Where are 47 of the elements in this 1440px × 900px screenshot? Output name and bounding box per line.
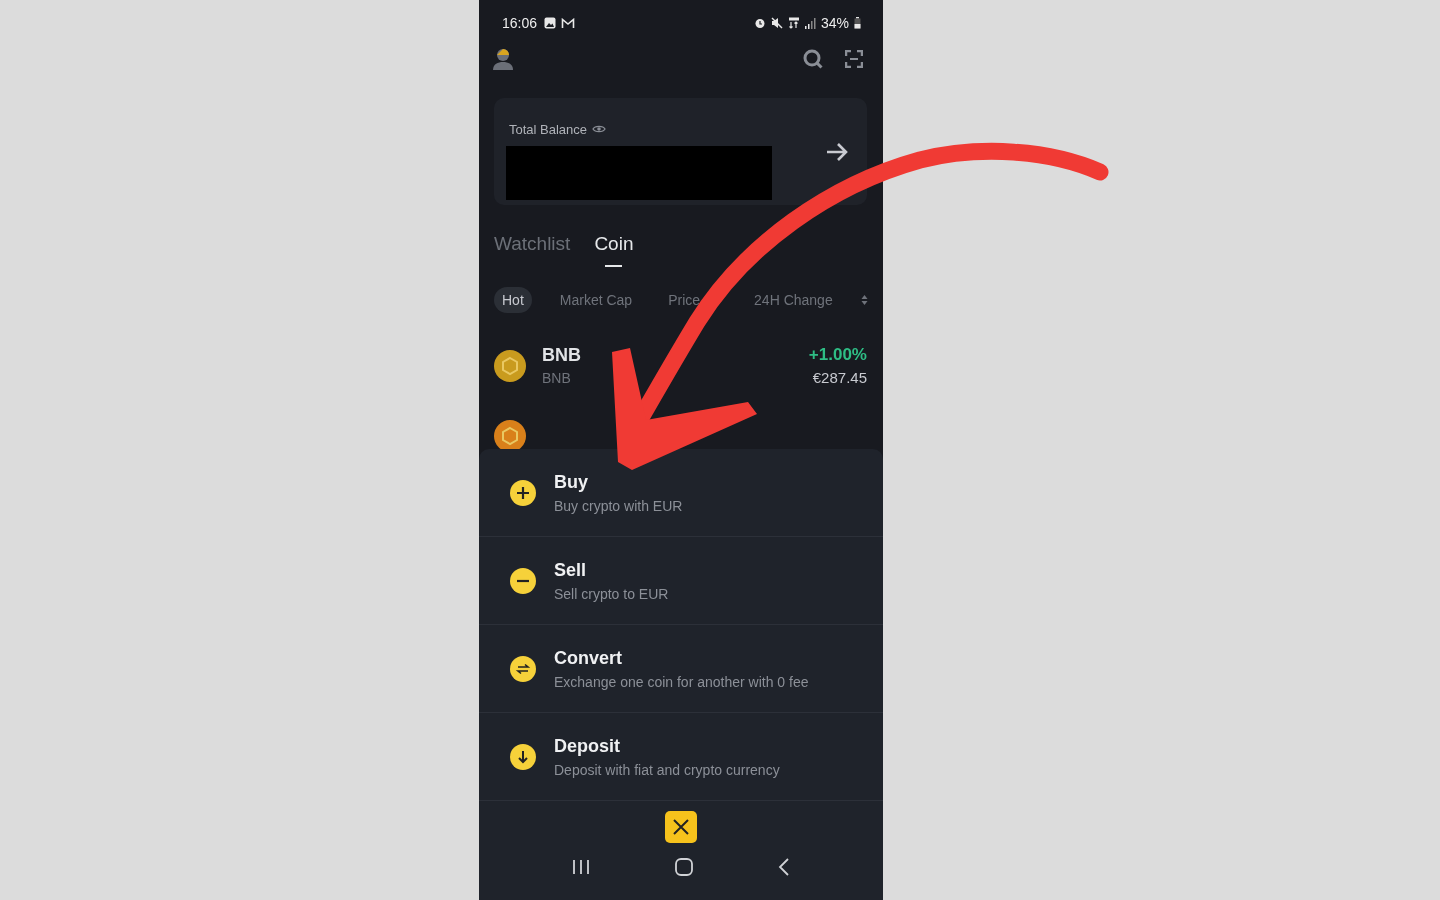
action-item[interactable]: Deposit Deposit with fiat and crypto currency: [479, 713, 883, 801]
mail-icon: [561, 17, 576, 29]
sort-icon[interactable]: [860, 294, 868, 306]
coin-name: BNB: [542, 345, 581, 366]
alarm-icon: [753, 17, 766, 29]
filter-chip[interactable]: Market Cap: [551, 287, 641, 313]
minus-icon: [510, 567, 536, 594]
filter-chip[interactable]: Price: [660, 287, 709, 313]
filter-chip[interactable]: Hot: [494, 287, 532, 313]
back-icon[interactable]: [778, 858, 791, 876]
action-subtitle: Exchange one coin for another with 0 fee: [554, 673, 809, 690]
status-time: 16:06: [502, 15, 538, 31]
battery-icon: [854, 17, 861, 29]
eye-icon[interactable]: [592, 124, 607, 134]
battery-percent: 34%: [820, 15, 849, 31]
scan-icon[interactable]: [845, 50, 863, 68]
action-subtitle: Sell crypto to EUR: [554, 585, 669, 602]
signal-icon: [804, 17, 816, 29]
network-icon: [787, 17, 800, 29]
action-title: Sell: [554, 559, 588, 581]
action-subtitle: Deposit with fiat and crypto currency: [554, 761, 780, 778]
arrow-right-icon[interactable]: [825, 141, 849, 162]
image-icon: [544, 17, 557, 29]
balance-label: Total Balance: [509, 121, 588, 137]
balance-card[interactable]: Total Balance: [494, 98, 867, 205]
tab[interactable]: Coin: [594, 231, 634, 267]
arrow-down-icon: [510, 743, 536, 770]
action-subtitle: Buy crypto with EUR: [554, 497, 683, 514]
action-title: Buy: [554, 471, 589, 493]
price-change: +1.00%: [808, 345, 867, 365]
close-icon: [672, 818, 690, 836]
mute-icon: [770, 17, 783, 29]
tab[interactable]: Watchlist: [494, 231, 571, 267]
close-button[interactable]: [665, 811, 697, 843]
filter-chip[interactable]: 24H Change: [746, 287, 841, 313]
coin-price: €287.45: [812, 369, 867, 386]
action-item[interactable]: Sell Sell crypto to EUR: [479, 537, 883, 625]
coin-symbol: BNB: [542, 370, 572, 386]
action-title: Convert: [554, 647, 623, 669]
avatar-icon[interactable]: [491, 46, 515, 72]
recent-apps-icon[interactable]: [571, 859, 590, 875]
search-icon[interactable]: [803, 49, 823, 69]
home-icon[interactable]: [675, 858, 693, 876]
action-item[interactable]: Convert Exchange one coin for another with 0 fee: [479, 625, 883, 713]
swap-icon: [510, 655, 536, 682]
plus-icon: [510, 479, 536, 506]
action-title: Deposit: [554, 735, 621, 757]
